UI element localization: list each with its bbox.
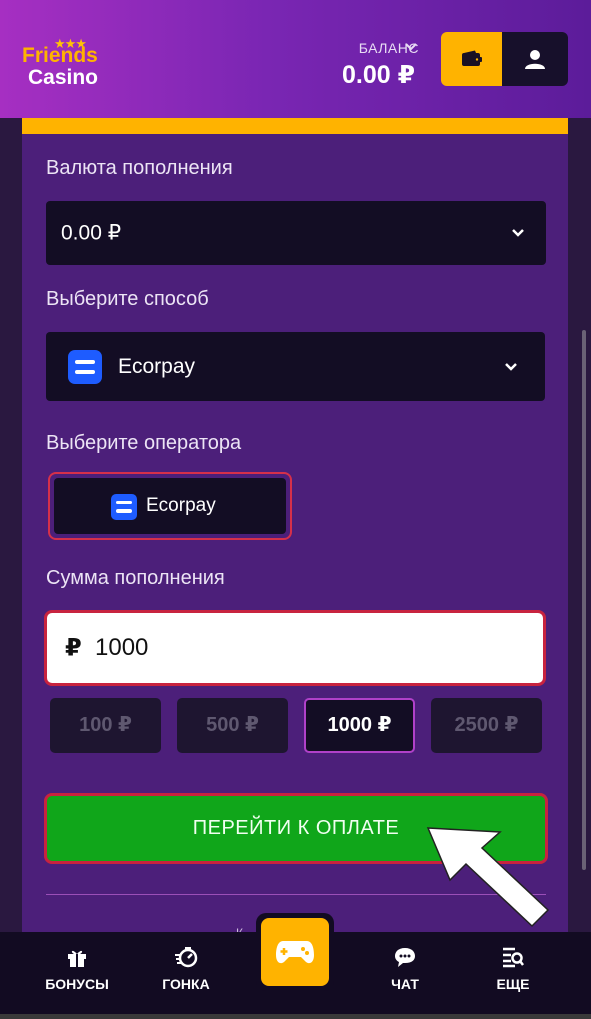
- user-icon: [525, 50, 545, 69]
- chevron-down-icon: [505, 362, 517, 371]
- method-value: Ecorpay: [118, 354, 196, 378]
- nav-race[interactable]: ГОНКА: [141, 946, 231, 992]
- bottom-edge: [0, 1014, 591, 1019]
- games-button[interactable]: [256, 913, 334, 991]
- preset-500[interactable]: 500 ₽: [177, 698, 288, 753]
- chevron-down-icon[interactable]: [404, 40, 418, 54]
- panel-accent-bar: [22, 118, 568, 134]
- wallet-icon: [461, 50, 482, 66]
- operator-label: Выберите оператора: [46, 432, 242, 454]
- method-select[interactable]: Ecorpay: [46, 332, 545, 401]
- ecorpay-icon: [111, 494, 137, 520]
- preset-2500[interactable]: 2500 ₽: [431, 698, 542, 753]
- currency-select[interactable]: 0.00 ₽: [46, 201, 546, 265]
- operator-value: Ecorpay: [146, 495, 216, 516]
- nav-label: ГОНКА: [162, 976, 210, 992]
- race-icon: [175, 947, 198, 968]
- chat-icon: [395, 948, 415, 967]
- ecorpay-icon: [68, 350, 102, 384]
- chevron-down-icon: [512, 229, 524, 237]
- scrollbar[interactable]: [582, 330, 586, 870]
- amount-value: 1000: [95, 634, 149, 661]
- nav-label: БОНУСЫ: [45, 976, 109, 992]
- operator-option[interactable]: Ecorpay: [48, 472, 292, 540]
- preset-1000[interactable]: 1000 ₽: [304, 698, 415, 753]
- method-label: Выберите способ: [46, 288, 209, 310]
- amount-input[interactable]: ₽ 1000: [44, 610, 546, 686]
- pointer-arrow-icon: [426, 827, 550, 928]
- header: ★★★ Friends Casino БАЛАНС 0.00 ₽: [0, 0, 591, 118]
- profile-button[interactable]: [502, 32, 568, 86]
- gift-icon: [68, 950, 86, 967]
- preset-100[interactable]: 100 ₽: [50, 698, 161, 753]
- nav-label: ЕЩЕ: [496, 976, 530, 992]
- logo-line2: Casino: [28, 66, 99, 89]
- gamepad-icon: [276, 941, 314, 964]
- nav-chat[interactable]: ЧАТ: [360, 946, 450, 992]
- nav-label: ЧАТ: [391, 976, 419, 992]
- currency-label: Валюта пополнения: [46, 157, 233, 179]
- logo[interactable]: ★★★ Friends Casino: [22, 36, 114, 96]
- balance-value: 0.00 ₽: [342, 61, 415, 89]
- currency-value: 0.00 ₽: [61, 221, 122, 245]
- wallet-button[interactable]: [441, 32, 502, 86]
- nav-bonuses[interactable]: БОНУСЫ: [32, 946, 122, 992]
- logo-line1: Friends: [22, 44, 98, 67]
- ruble-icon: ₽: [65, 634, 82, 662]
- more-icon: [503, 947, 524, 968]
- amount-label: Сумма пополнения: [46, 567, 225, 589]
- nav-more[interactable]: ЕЩЕ: [468, 946, 558, 992]
